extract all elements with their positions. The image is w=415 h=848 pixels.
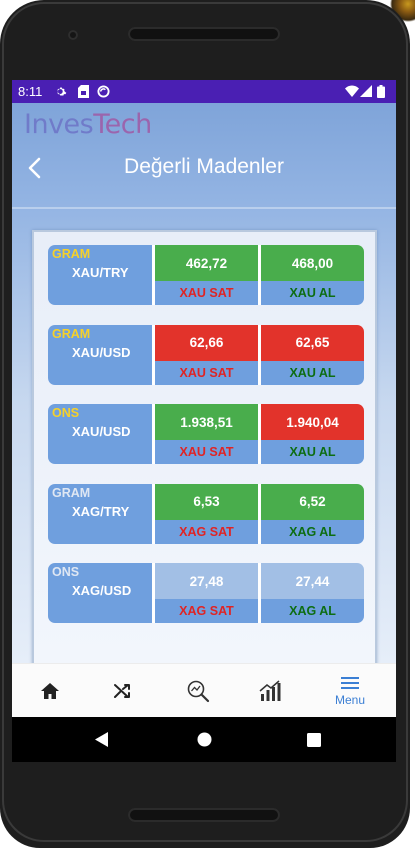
buy-cell[interactable]: 27,44 XAG AL bbox=[261, 563, 364, 623]
sell-price: 27,48 bbox=[155, 563, 258, 599]
bar-chart-icon bbox=[259, 680, 281, 701]
status-bar: 8:11 bbox=[12, 80, 396, 103]
app-content: InvesTech Değerli Madenler GRAM XAU/TRY 46… bbox=[12, 103, 396, 670]
nav-analysis[interactable] bbox=[160, 664, 236, 718]
bottom-speaker bbox=[128, 808, 280, 822]
home-circle-icon bbox=[197, 732, 211, 747]
rate-row: GRAM XAG/TRY 6,53 XAG SAT 6,52 XAG AL bbox=[48, 483, 364, 544]
sell-button[interactable]: XAU SAT bbox=[155, 440, 258, 464]
nav-menu-label: Menu bbox=[334, 693, 366, 707]
rates-panel: GRAM XAU/TRY 462,72 XAU SAT 468,00 XAU AL GRAM… bbox=[32, 230, 377, 670]
search-chart-icon bbox=[187, 680, 210, 703]
buy-button[interactable]: XAU AL bbox=[261, 440, 364, 464]
buy-price: 6,52 bbox=[261, 483, 364, 520]
system-back-button[interactable] bbox=[82, 717, 122, 762]
device-frame: 8:11 InvesTech Değerli Madenler GRAM XAU… bbox=[0, 0, 415, 848]
nav-shuffle[interactable] bbox=[84, 664, 160, 718]
buy-button[interactable]: XAG AL bbox=[261, 599, 364, 623]
earpiece-speaker bbox=[128, 27, 280, 41]
sell-cell[interactable]: 1.938,51 XAU SAT bbox=[155, 404, 258, 464]
buy-price: 468,00 bbox=[261, 245, 364, 281]
buy-cell[interactable]: 1.940,04 XAU AL bbox=[261, 404, 364, 464]
brand-logo: InvesTech bbox=[24, 109, 152, 140]
menu-icon bbox=[341, 677, 359, 689]
sync-icon bbox=[96, 83, 110, 99]
sell-button[interactable]: XAG SAT bbox=[155, 519, 258, 544]
sell-price: 6,53 bbox=[155, 483, 258, 520]
system-recents-button[interactable] bbox=[294, 717, 334, 762]
sell-button[interactable]: XAU SAT bbox=[155, 281, 258, 305]
sell-price: 62,66 bbox=[155, 324, 258, 361]
page-title: Değerli Madenler bbox=[124, 155, 284, 178]
buy-cell[interactable]: 6,52 XAG AL bbox=[261, 483, 364, 544]
sell-cell[interactable]: 27,48 XAG SAT bbox=[155, 563, 258, 623]
sell-cell[interactable]: 62,66 XAU SAT bbox=[155, 324, 258, 385]
rate-row: ONS XAG/USD 27,48 XAG SAT 27,44 XAG AL bbox=[48, 563, 364, 623]
nav-charts[interactable] bbox=[232, 664, 308, 718]
sim-card-icon bbox=[77, 83, 89, 99]
header-divider bbox=[12, 207, 396, 209]
buy-price: 27,44 bbox=[261, 563, 364, 599]
instrument-label: GRAM XAU/TRY bbox=[48, 245, 152, 305]
unit-tag: ONS bbox=[52, 406, 80, 420]
sell-cell[interactable]: 6,53 XAG SAT bbox=[155, 483, 258, 544]
instrument-label: GRAM XAG/TRY bbox=[48, 483, 152, 544]
unit-tag: GRAM bbox=[52, 326, 91, 341]
instrument-symbol: XAG/USD bbox=[72, 583, 132, 598]
instrument-label: GRAM XAU/USD bbox=[48, 324, 152, 385]
instrument-symbol: XAU/TRY bbox=[72, 265, 129, 280]
rate-row: GRAM XAU/TRY 462,72 XAU SAT 468,00 XAU AL bbox=[48, 245, 364, 305]
unit-tag: GRAM bbox=[52, 485, 91, 500]
screen: 8:11 InvesTech Değerli Madenler GRAM XAU… bbox=[12, 80, 396, 762]
instrument-symbol: XAG/TRY bbox=[72, 503, 130, 519]
nav-home[interactable] bbox=[12, 664, 88, 718]
instrument-label: ONS XAU/USD bbox=[48, 404, 152, 464]
battery-icon bbox=[376, 83, 386, 99]
unit-tag: ONS bbox=[52, 565, 80, 579]
home-icon bbox=[41, 683, 59, 699]
buy-cell[interactable]: 468,00 XAU AL bbox=[261, 245, 364, 305]
system-home-button[interactable] bbox=[184, 717, 224, 762]
sell-button[interactable]: XAG SAT bbox=[155, 599, 258, 623]
sell-price: 462,72 bbox=[155, 245, 258, 281]
shuffle-icon bbox=[114, 684, 130, 698]
rate-row: GRAM XAU/USD 62,66 XAU SAT 62,65 XAU AL bbox=[48, 324, 364, 385]
buy-button[interactable]: XAU AL bbox=[261, 281, 364, 305]
sell-cell[interactable]: 462,72 XAU SAT bbox=[155, 245, 258, 305]
bottom-navigation: Menu bbox=[12, 663, 396, 717]
instrument-label: ONS XAG/USD bbox=[48, 563, 152, 623]
back-triangle-icon bbox=[95, 732, 108, 747]
wifi-icon bbox=[345, 83, 359, 99]
front-camera bbox=[68, 30, 78, 40]
buy-button[interactable]: XAG AL bbox=[261, 519, 364, 544]
system-navigation-bar bbox=[12, 717, 396, 762]
unit-tag: GRAM bbox=[52, 247, 91, 261]
sell-price: 1.938,51 bbox=[155, 404, 258, 440]
buy-price: 1.940,04 bbox=[261, 404, 364, 440]
instrument-symbol: XAU/USD bbox=[72, 344, 131, 360]
sell-button[interactable]: XAU SAT bbox=[155, 360, 258, 385]
signal-icon bbox=[360, 83, 372, 99]
buy-cell[interactable]: 62,65 XAU AL bbox=[261, 324, 364, 385]
nav-menu[interactable]: Menu bbox=[312, 664, 388, 718]
instrument-symbol: XAU/USD bbox=[72, 424, 131, 439]
status-time: 8:11 bbox=[18, 84, 43, 99]
rate-row: ONS XAU/USD 1.938,51 XAU SAT 1.940,04 XAU AL bbox=[48, 404, 364, 464]
gear-icon bbox=[54, 83, 68, 99]
buy-button[interactable]: XAU AL bbox=[261, 360, 364, 385]
recents-square-icon bbox=[307, 732, 321, 747]
buy-price: 62,65 bbox=[261, 324, 364, 361]
